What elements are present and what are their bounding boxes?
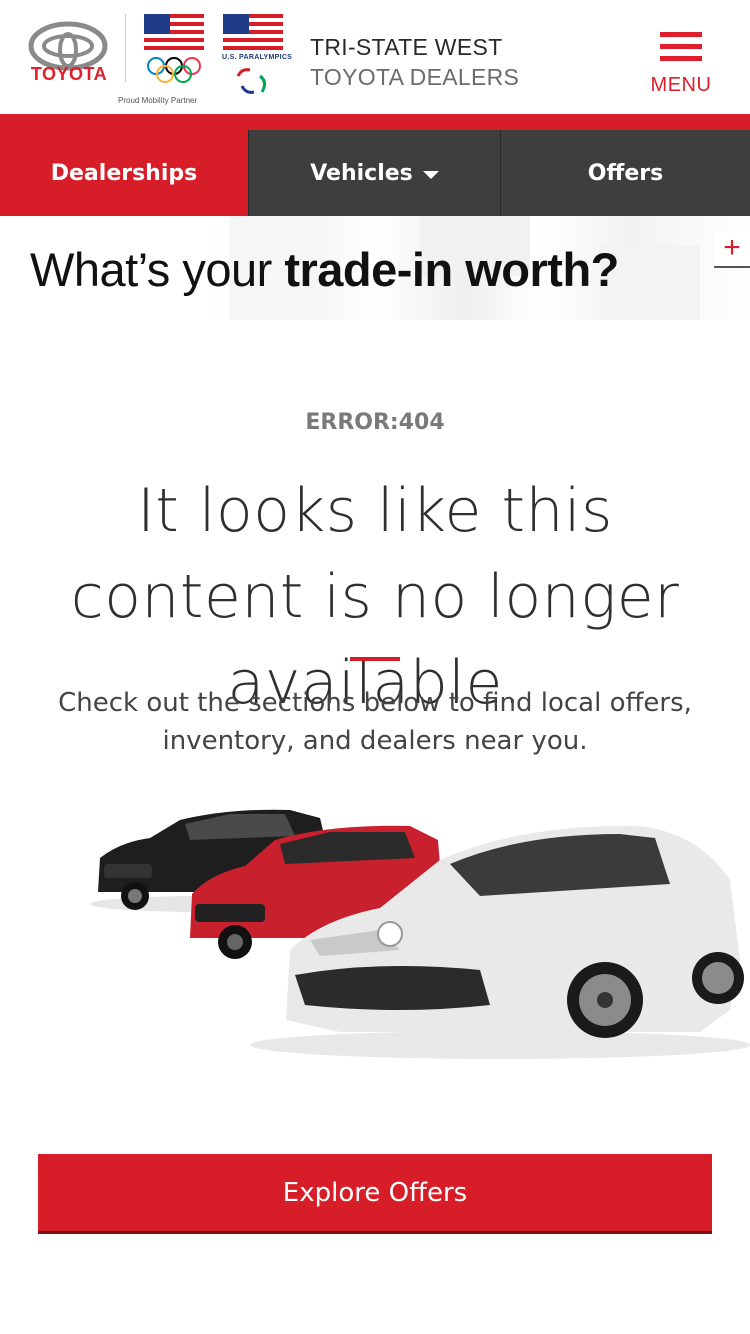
- banner-headline: What’s your trade-in worth?: [30, 243, 619, 296]
- us-flag-icon: [223, 14, 283, 54]
- hamburger-icon: [660, 32, 702, 62]
- us-flag-icon: [144, 14, 204, 54]
- logo-divider: [125, 14, 126, 82]
- nav-tab-label: Offers: [587, 160, 664, 186]
- error-code: ERROR:404: [305, 410, 445, 435]
- nav-tab-label: Vehicles: [310, 160, 413, 186]
- dealer-name-line1: TRI-STATE WEST: [310, 34, 503, 60]
- plus-icon[interactable]: +: [714, 232, 750, 268]
- partner-tagline: Proud Mobility Partner: [118, 96, 198, 105]
- red-divider: [350, 657, 400, 661]
- nav-tab-offers[interactable]: Offers: [501, 130, 750, 216]
- nav-tab-dealerships[interactable]: Dealerships: [0, 130, 248, 216]
- vehicles-image: [90, 809, 750, 1059]
- olympic-rings-icon: [147, 57, 201, 83]
- paralympic-agitos-icon: [236, 68, 267, 94]
- nav-tab-vehicles[interactable]: Vehicles: [248, 130, 501, 216]
- trade-in-banner[interactable]: What’s your trade-in worth?: [0, 216, 750, 320]
- red-accent-strip: [0, 114, 750, 130]
- toyota-wordmark: TOYOTA: [30, 64, 108, 84]
- dealer-name[interactable]: TRI-STATE WEST TOYOTA DEALERS: [310, 32, 519, 92]
- nav-tab-label: Dealerships: [50, 160, 198, 186]
- menu-button[interactable]: MENU: [650, 30, 712, 100]
- dealer-name-line2: TOYOTA DEALERS: [310, 64, 520, 90]
- menu-label: MENU: [650, 74, 712, 96]
- error-subtext: Check out the sections below to find loc…: [58, 688, 692, 756]
- explore-offers-button[interactable]: Explore Offers: [38, 1154, 712, 1234]
- paralympics-label: U.S. PARALYMPICS: [222, 54, 293, 61]
- caret-down-icon: [422, 171, 439, 179]
- site-header: TOYOTA U.S. PARALYMPICS Proud Mobility P…: [0, 0, 750, 114]
- main-nav: Dealerships Vehicles Offers: [0, 130, 750, 216]
